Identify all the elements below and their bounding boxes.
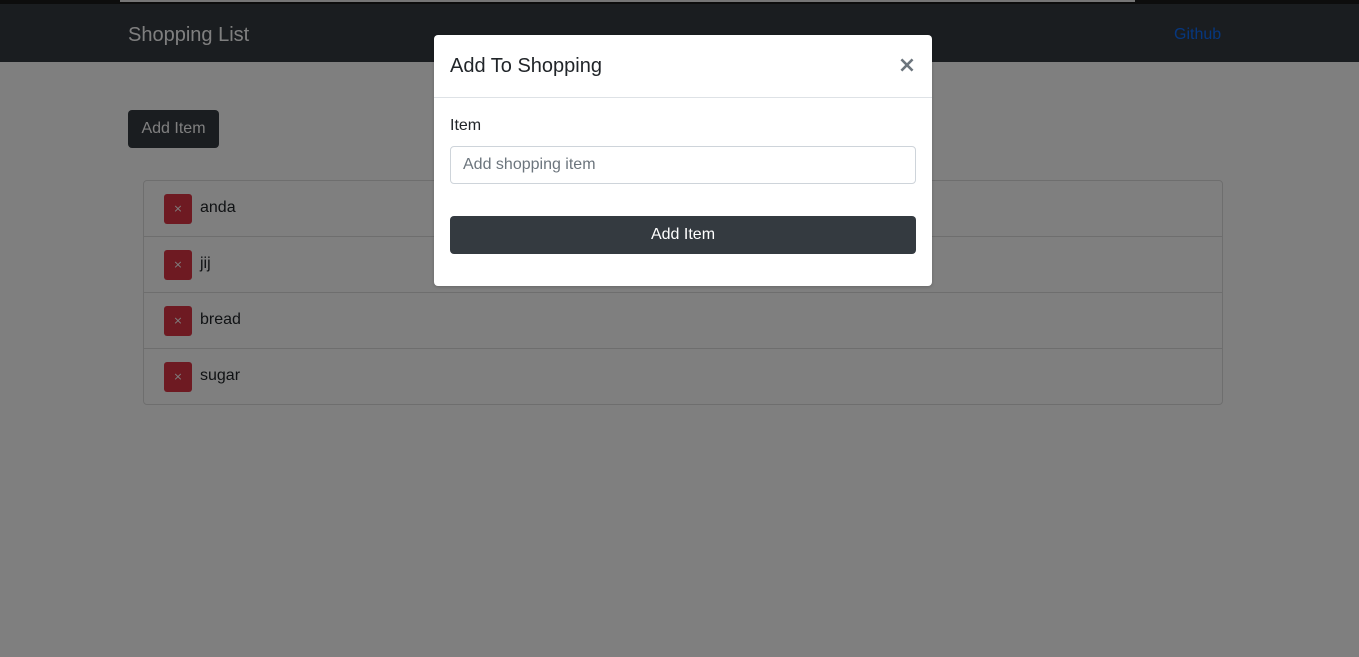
modal-title: Add To Shopping	[450, 55, 602, 77]
modal-header: Add To Shopping ×	[434, 35, 932, 98]
modal-close-button[interactable]: ×	[896, 53, 918, 79]
page: Shopping List Github Add Item × anda × j…	[0, 0, 1359, 657]
item-field-label: Item	[450, 117, 482, 134]
add-item-modal: Add To Shopping × Item Add Item	[434, 35, 932, 286]
submit-add-item-button[interactable]: Add Item	[450, 216, 916, 254]
item-input[interactable]	[450, 146, 916, 184]
